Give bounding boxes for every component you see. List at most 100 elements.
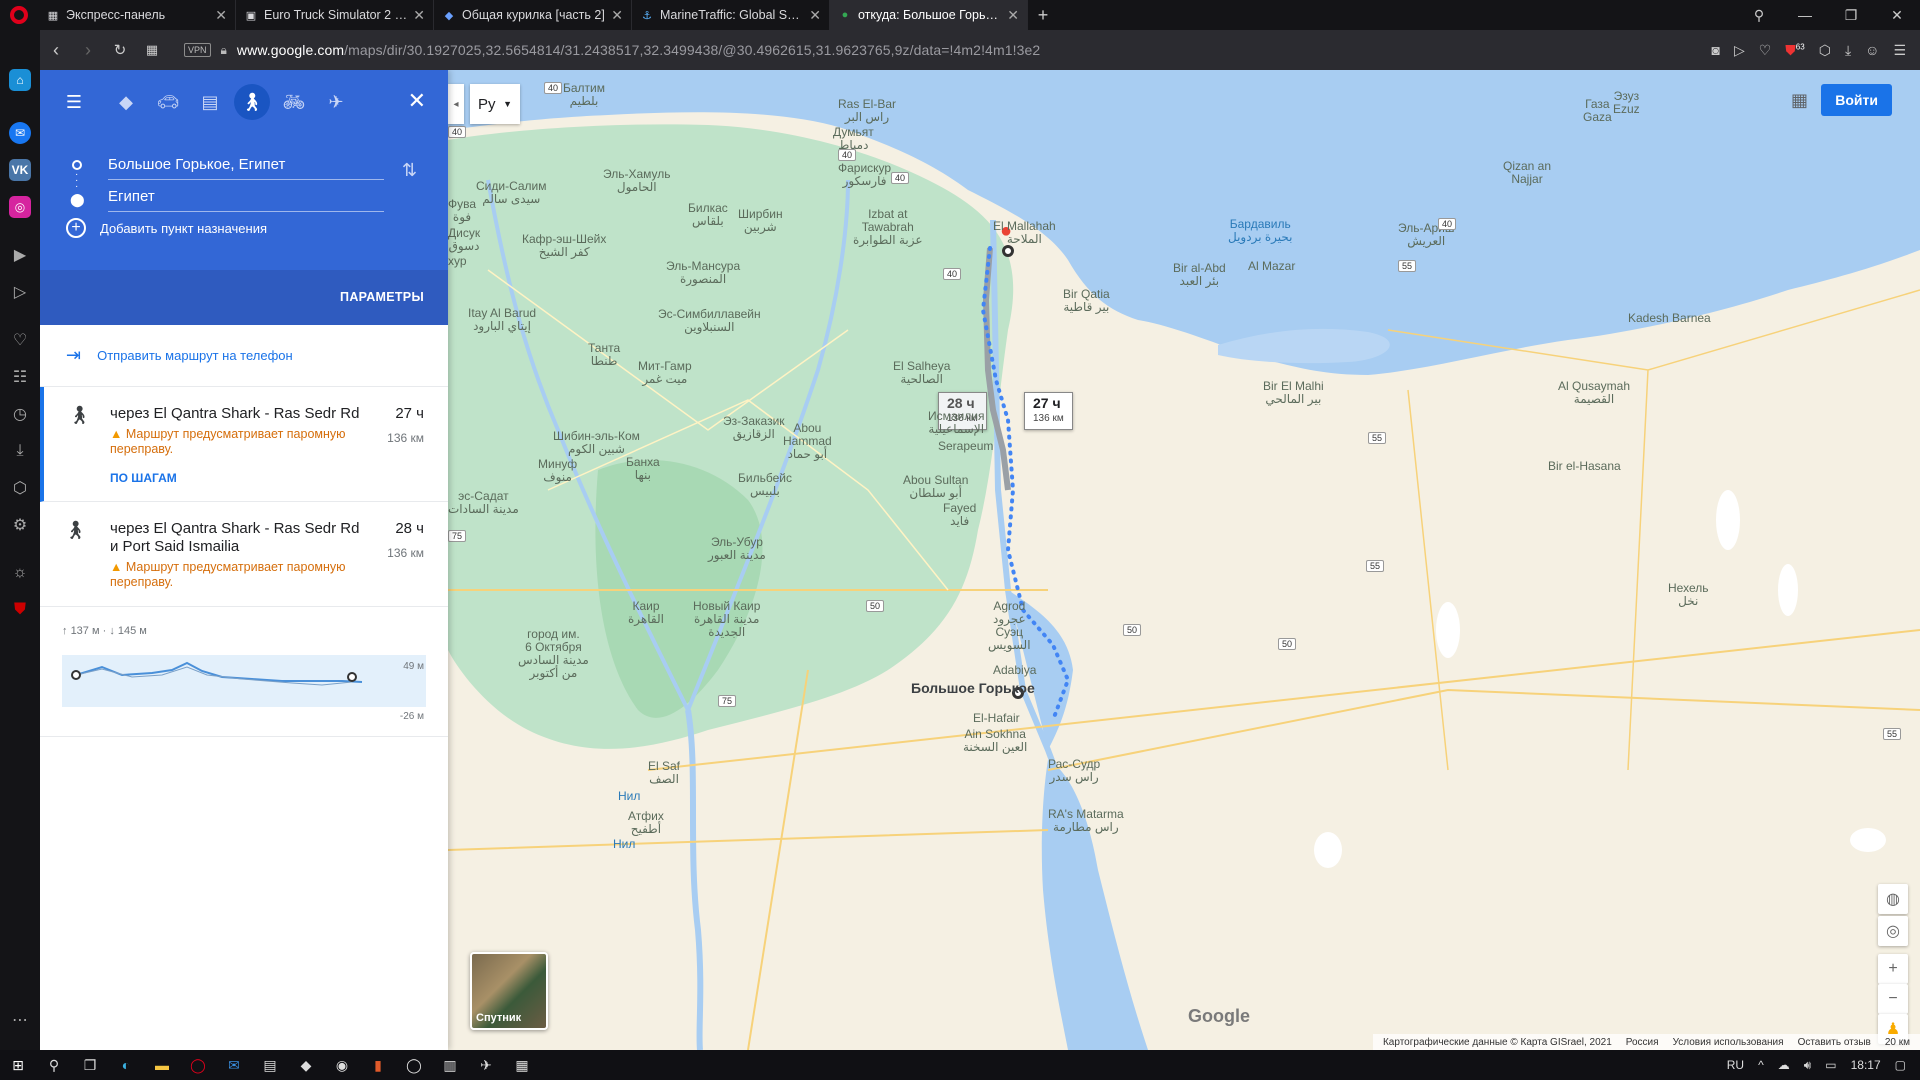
easy-setup-icon[interactable]: ☰: [1893, 42, 1906, 59]
mode-transit-icon[interactable]: ▤: [192, 84, 228, 120]
route-label-main[interactable]: 27 ч 136 км: [1024, 392, 1073, 430]
place-label[interactable]: Рас-Судр راس سدر: [1048, 758, 1100, 784]
app-icon[interactable]: ▦: [504, 1057, 540, 1074]
sidebar-messenger[interactable]: ✉: [0, 118, 40, 148]
sidebar-extensions[interactable]: ⬡: [0, 473, 40, 503]
place-label[interactable]: хур: [448, 255, 467, 268]
mode-bike-icon[interactable]: 🚲︎: [276, 84, 312, 120]
language-indicator[interactable]: RU: [1727, 1058, 1744, 1072]
place-label[interactable]: Ras El-Bar راس البر: [838, 98, 896, 124]
place-label[interactable]: Bir El Malhi بير المالحي: [1263, 380, 1324, 406]
cloud-icon[interactable]: ☁: [1778, 1058, 1790, 1072]
app-icon[interactable]: ▮: [360, 1057, 396, 1074]
close-directions-button[interactable]: ✕: [408, 88, 426, 114]
tab-ets2[interactable]: ▣ Euro Truck Simulator 2 - Ар ✕: [236, 0, 434, 30]
search-tabs-icon[interactable]: ⚲: [1736, 7, 1782, 24]
place-label[interactable]: Нил: [618, 790, 640, 803]
place-label[interactable]: Al Mazar: [1248, 260, 1295, 273]
sidebar-bookmarks[interactable]: ♡: [0, 325, 40, 355]
destination-input[interactable]: Египет: [108, 188, 384, 212]
place-label[interactable]: Fayed فايد: [943, 502, 976, 528]
sidebar-vk[interactable]: VK: [0, 155, 40, 185]
calculator-icon[interactable]: ▤: [252, 1057, 288, 1074]
back-button[interactable]: ‹: [40, 40, 72, 61]
place-label[interactable]: Kadesh Barnea: [1628, 312, 1711, 325]
attribution-link[interactable]: 20 км: [1885, 1037, 1910, 1048]
place-label[interactable]: Мит-Гамр ميت غمر: [638, 360, 692, 386]
vpn-badge[interactable]: VPN: [184, 43, 211, 57]
attribution-link[interactable]: Оставить отзыв: [1798, 1037, 1871, 1048]
attribution-link[interactable]: Картографические данные © Карта GISrael,…: [1383, 1037, 1612, 1048]
sidebar-news[interactable]: ☷: [0, 362, 40, 392]
volume-icon[interactable]: 🔊︎: [1804, 1058, 1812, 1073]
place-label[interactable]: Новый Каир مدينة القاهرة الجديدة: [693, 600, 760, 639]
place-label[interactable]: Кафр-эш-Шейх كفر الشيخ: [522, 233, 606, 259]
forward-button[interactable]: ›: [72, 40, 104, 61]
sidebar-instagram[interactable]: ◎: [0, 192, 40, 222]
place-label[interactable]: Ширбин شربين: [738, 208, 783, 234]
camera-icon[interactable]: ◙: [1711, 42, 1719, 59]
place-label[interactable]: Эс-Симбиллавейн السنبلاوين: [658, 308, 761, 334]
ublock-icon[interactable]: ⛊63: [1785, 42, 1804, 59]
sidebar-more[interactable]: ⋯: [0, 1005, 40, 1035]
game-icon[interactable]: ◆: [288, 1057, 324, 1074]
place-label[interactable]: Al Qusaymah القصيمة: [1558, 380, 1630, 406]
mail-icon[interactable]: ✉: [216, 1057, 252, 1074]
place-label[interactable]: Bir al-Abd بئر العبد: [1173, 262, 1226, 288]
place-label[interactable]: Каир القاهرة: [628, 600, 664, 626]
route-option-2[interactable]: 🚶︎ через El Qantra Shark - Ras Sedr Rd и…: [40, 502, 448, 607]
my-location-button[interactable]: ◎: [1878, 916, 1908, 946]
place-label[interactable]: Эль-Убур مدينة العبور: [708, 536, 766, 562]
place-label[interactable]: Нехель نخل: [1668, 582, 1708, 608]
extensions-icon[interactable]: ⬡: [1819, 42, 1831, 59]
mode-walk-icon[interactable]: 🚶︎: [234, 84, 270, 120]
sidebar-player[interactable]: ▶: [0, 240, 40, 270]
place-label[interactable]: город им. 6 Октября مدينة السادس من أكتوبر: [518, 628, 589, 680]
add-destination-button[interactable]: + Добавить пункт назначения: [66, 218, 267, 238]
sidebar-history[interactable]: ◷: [0, 399, 40, 429]
heart-icon[interactable]: ♡: [1759, 42, 1772, 59]
place-destination[interactable]: Большое Горькое: [911, 681, 1035, 695]
tab-close-icon[interactable]: ✕: [1007, 7, 1019, 24]
place-label[interactable]: RA's Matarma راس مطارمة: [1048, 808, 1124, 834]
place-label[interactable]: El Salheya الصالحية: [893, 360, 950, 386]
tab-close-icon[interactable]: ✕: [611, 7, 623, 24]
place-label[interactable]: Газа Gaza: [1583, 98, 1612, 124]
place-label[interactable]: Атфих أطفيح: [628, 810, 664, 836]
tray-chevron-icon[interactable]: ^: [1758, 1058, 1764, 1072]
sidebar-tips[interactable]: ☼: [0, 558, 40, 588]
place-label[interactable]: Минуф منوف: [538, 458, 577, 484]
app-icon[interactable]: ✈: [468, 1057, 504, 1074]
place-label[interactable]: Serapeum: [938, 440, 993, 453]
notifications-icon[interactable]: ▢: [1895, 1058, 1906, 1072]
place-label[interactable]: Agrod عجرود: [993, 600, 1026, 626]
app-icon[interactable]: ◯: [396, 1057, 432, 1074]
place-label[interactable]: Itay Al Barud إيتاي البارود: [468, 307, 536, 333]
step-by-step-link[interactable]: ПО ШАГАМ: [110, 471, 428, 485]
place-label[interactable]: Балтим بلطيم: [563, 82, 605, 108]
tab-close-icon[interactable]: ✕: [809, 7, 821, 24]
reload-button[interactable]: ↻: [104, 41, 136, 59]
sidebar-home[interactable]: ⌂: [0, 65, 40, 95]
tab-forum[interactable]: ◆ Общая курилка [часть 2] ✕: [434, 0, 632, 30]
place-label[interactable]: Дисук دسوق: [448, 227, 480, 253]
new-tab-button[interactable]: +: [1028, 0, 1058, 30]
place-label[interactable]: Эль-Мансура المنصورة: [666, 260, 740, 286]
language-select[interactable]: Ру ▼: [470, 84, 520, 124]
mode-flight-icon[interactable]: ✈: [318, 84, 354, 120]
place-label[interactable]: Сиди-Салим سيدى سالم: [476, 180, 547, 206]
task-view-icon[interactable]: ❐: [72, 1057, 108, 1074]
swap-icon[interactable]: ⇅: [402, 160, 417, 181]
place-label[interactable]: Ain Sokhna العين السخنة: [963, 728, 1027, 754]
place-label[interactable]: Фарискур فارسكور: [838, 162, 891, 188]
edge-icon[interactable]: ◐: [108, 1057, 144, 1073]
search-icon[interactable]: ⚲: [36, 1057, 72, 1074]
place-label[interactable]: Эз-Заказик الزقازيق: [723, 415, 785, 441]
opera-menu-button[interactable]: [0, 0, 38, 30]
place-label[interactable]: Шибин-эль-Ком شبين الكوم: [553, 430, 640, 456]
zoom-in-button[interactable]: +: [1878, 954, 1908, 984]
opera-icon[interactable]: ◯: [180, 1057, 216, 1074]
options-button[interactable]: ПАРАМЕТРЫ: [340, 290, 424, 304]
maximize-button[interactable]: ❐: [1828, 7, 1874, 24]
place-label[interactable]: Бардавиль بحيرة بردويل: [1228, 218, 1292, 244]
